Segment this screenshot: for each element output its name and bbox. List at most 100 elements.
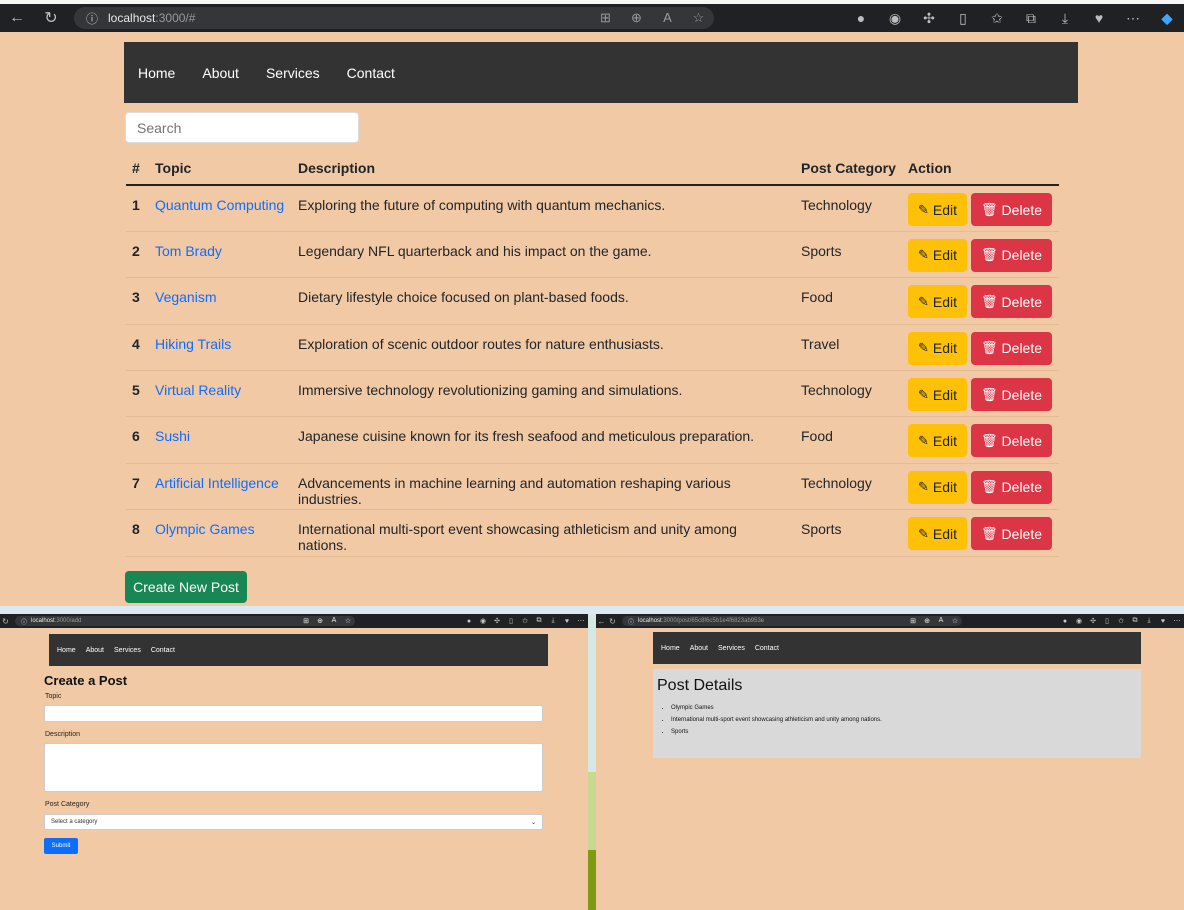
create-navbar: Home About Services Contact	[49, 634, 548, 666]
extension-music-icon[interactable]: ●	[462, 618, 476, 625]
nav-contact[interactable]: Contact	[151, 647, 175, 654]
extensions-puzzle-icon[interactable]: ✣	[912, 10, 946, 27]
edit-button[interactable]: ✎ Edit	[908, 470, 968, 504]
collections-icon[interactable]: ⧉	[1014, 10, 1048, 27]
extension-color-icon[interactable]: ◉	[1072, 617, 1086, 625]
back-arrow-icon[interactable]: ←	[0, 9, 34, 27]
category-select[interactable]: Select a category ⌄	[44, 814, 543, 830]
nav-services[interactable]: Services	[114, 647, 141, 654]
extension-music-icon[interactable]: ●	[1058, 618, 1072, 625]
edit-button[interactable]: ✎ Edit	[908, 331, 968, 365]
download-icon[interactable]: ⤓	[1142, 617, 1156, 625]
edit-label: Edit	[932, 247, 958, 264]
delete-button[interactable]: 🗑 Delete	[971, 378, 1053, 412]
search-input[interactable]	[125, 112, 359, 143]
refresh-icon[interactable]: ↻	[34, 8, 68, 28]
app-available-icon[interactable]: ⊞	[299, 617, 313, 625]
back-arrow-icon[interactable]: ←	[596, 617, 607, 626]
topic-link[interactable]: Olympic Games	[155, 521, 255, 537]
delete-button[interactable]: 🗑 Delete	[971, 238, 1053, 272]
delete-button[interactable]: 🗑 Delete	[971, 424, 1053, 458]
extension-color-icon[interactable]: ◉	[878, 10, 912, 27]
delete-button[interactable]: 🗑 Delete	[971, 331, 1053, 365]
edit-button[interactable]: ✎ Edit	[908, 193, 968, 226]
favorite-star-icon[interactable]: ☆	[341, 617, 355, 625]
row-description: Exploration of scenic outdoor routes for…	[292, 324, 795, 372]
zoom-icon[interactable]: ⊕	[313, 617, 327, 625]
copilot-icon[interactable]: ◆	[1150, 10, 1184, 27]
nav-about[interactable]: About	[202, 65, 239, 81]
split-screen-icon[interactable]: ▯	[504, 617, 518, 625]
edit-button[interactable]: ✎ Edit	[908, 424, 968, 458]
refresh-icon[interactable]: ↻	[0, 617, 11, 626]
nav-home[interactable]: Home	[57, 647, 76, 654]
row-description: International multi-sport event showcasi…	[292, 509, 795, 557]
row-category: Sports	[795, 509, 902, 557]
description-textarea[interactable]	[44, 743, 543, 792]
more-options-icon[interactable]: ⋯	[574, 617, 588, 625]
refresh-icon[interactable]: ↻	[607, 617, 618, 626]
edit-pencil-icon: ✎	[918, 247, 929, 263]
extension-color-icon[interactable]: ◉	[476, 617, 490, 625]
row-category: Technology	[795, 463, 902, 511]
favorites-icon[interactable]: ✩	[518, 617, 532, 625]
topic-link[interactable]: Artificial Intelligence	[155, 475, 279, 491]
extension-music-icon[interactable]: ●	[844, 10, 878, 26]
nav-services[interactable]: Services	[718, 645, 745, 652]
topic-link[interactable]: Virtual Reality	[155, 382, 241, 398]
split-screen-icon[interactable]: ▯	[946, 10, 980, 27]
extensions-puzzle-icon[interactable]: ✣	[1086, 617, 1100, 625]
more-options-icon[interactable]: ⋯	[1116, 10, 1150, 27]
app-available-icon[interactable]: ⊞	[590, 10, 621, 26]
collections-icon[interactable]: ⧉	[1128, 617, 1142, 625]
favorite-star-icon[interactable]: ☆	[948, 617, 962, 625]
read-aloud-icon[interactable]: A	[652, 10, 683, 26]
delete-button[interactable]: 🗑 Delete	[971, 193, 1053, 226]
extensions-puzzle-icon[interactable]: ✣	[490, 617, 504, 625]
topic-link[interactable]: Sushi	[155, 428, 190, 444]
topic-input[interactable]	[44, 705, 543, 722]
create-new-post-button[interactable]: Create New Post	[125, 571, 247, 603]
nav-about[interactable]: About	[86, 647, 104, 654]
zoom-icon[interactable]: ⊕	[621, 10, 652, 26]
topic-link[interactable]: Veganism	[155, 289, 216, 305]
info-icon[interactable]: ⓘ	[86, 10, 98, 27]
submit-button[interactable]: Submit	[44, 838, 78, 854]
topic-link[interactable]: Tom Brady	[155, 243, 222, 259]
read-aloud-icon[interactable]: A	[934, 617, 948, 625]
zoom-icon[interactable]: ⊕	[920, 617, 934, 625]
app-available-icon[interactable]: ⊞	[906, 617, 920, 625]
nav-services[interactable]: Services	[266, 65, 320, 81]
edit-button[interactable]: ✎ Edit	[908, 238, 968, 272]
row-number: 3	[126, 277, 149, 325]
favorites-icon[interactable]: ✩	[980, 10, 1014, 27]
nav-about[interactable]: About	[690, 645, 708, 652]
topic-link[interactable]: Hiking Trails	[155, 336, 231, 352]
browser-essentials-icon[interactable]: ♥	[1156, 618, 1170, 625]
collections-icon[interactable]: ⧉	[532, 617, 546, 625]
address-bar[interactable]: ⓘ localhost:3000/# ⊞ ⊕ A ☆	[74, 7, 714, 29]
read-aloud-icon[interactable]: A	[327, 617, 341, 625]
topic-link[interactable]: Quantum Computing	[155, 197, 284, 213]
split-screen-icon[interactable]: ▯	[1100, 617, 1114, 625]
delete-button[interactable]: 🗑 Delete	[971, 470, 1053, 504]
edit-button[interactable]: ✎ Edit	[908, 517, 968, 551]
nav-home[interactable]: Home	[661, 645, 680, 652]
delete-button[interactable]: 🗑 Delete	[971, 285, 1053, 319]
download-icon[interactable]: ⤓	[1048, 10, 1082, 27]
edit-button[interactable]: ✎ Edit	[908, 285, 968, 319]
nav-contact[interactable]: Contact	[347, 65, 395, 81]
nav-home[interactable]: Home	[138, 65, 175, 81]
create-address-bar[interactable]: ⓘ localhost:3000/add ⊞ ⊕ A ☆	[15, 616, 355, 626]
favorites-icon[interactable]: ✩	[1114, 617, 1128, 625]
favorite-star-icon[interactable]: ☆	[683, 10, 714, 26]
more-options-icon[interactable]: ⋯	[1170, 617, 1184, 625]
browser-essentials-icon[interactable]: ♥	[560, 618, 574, 625]
delete-button[interactable]: 🗑 Delete	[971, 517, 1053, 551]
trash-icon: 🗑	[981, 525, 998, 541]
download-icon[interactable]: ⤓	[546, 617, 560, 625]
edit-button[interactable]: ✎ Edit	[908, 378, 968, 412]
details-address-bar[interactable]: ⓘ localhost:3000/post/65c8f6c5b1e4f6823a…	[622, 616, 962, 626]
nav-contact[interactable]: Contact	[755, 645, 779, 652]
browser-essentials-icon[interactable]: ♥	[1082, 10, 1116, 26]
